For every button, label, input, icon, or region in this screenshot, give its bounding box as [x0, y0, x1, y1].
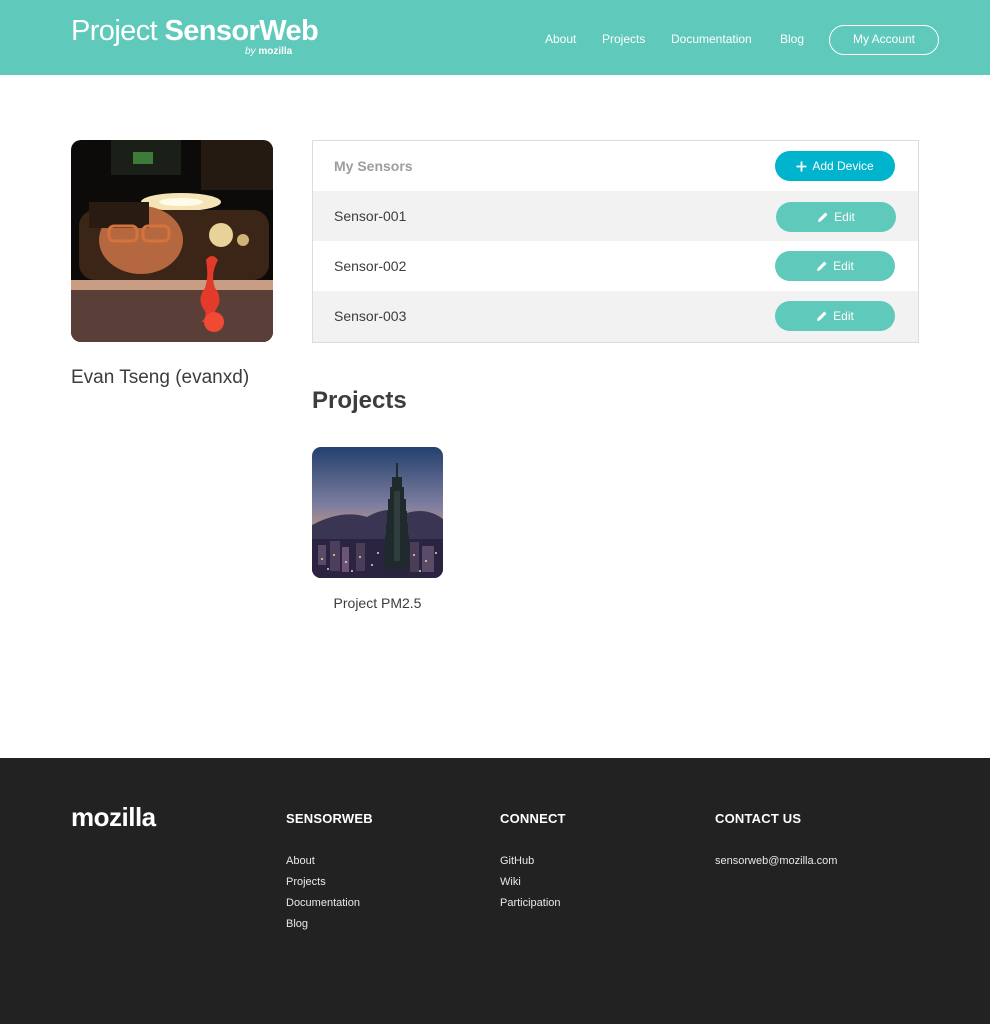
sensor-row: Sensor-003 Edit — [313, 291, 918, 342]
footer-heading: SENSORWEB — [286, 811, 373, 826]
footer-links: About Projects Documentation Blog — [286, 851, 373, 935]
user-name: Evan Tseng (evanxd) — [71, 367, 250, 388]
footer-column-connect: CONNECT GitHub Wiki Participation — [500, 811, 566, 914]
footer-link-wiki[interactable]: Wiki — [500, 872, 566, 893]
pencil-icon — [817, 211, 829, 225]
mozilla-logo[interactable]: mozilla — [71, 802, 156, 833]
pencil-icon — [816, 260, 828, 274]
add-device-label: Add Device — [812, 159, 874, 173]
sensor-name: Sensor-001 — [334, 208, 407, 224]
my-account-button[interactable]: My Account — [829, 25, 939, 55]
pencil-icon — [816, 310, 828, 324]
add-device-button[interactable]: Add Device — [775, 151, 895, 181]
project-name[interactable]: Project PM2.5 — [312, 595, 443, 611]
logo-brand: mozilla — [258, 46, 293, 57]
sensor-name: Sensor-002 — [334, 258, 407, 274]
footer-link-projects[interactable]: Projects — [286, 872, 373, 893]
footer-link-email[interactable]: sensorweb@mozilla.com — [715, 851, 837, 872]
logo-part1: Project — [71, 15, 165, 47]
my-sensors-title: My Sensors — [334, 158, 413, 174]
footer-heading: CONTACT US — [715, 811, 802, 826]
project-thumbnail[interactable] — [312, 447, 443, 578]
nav-documentation[interactable]: Documentation — [671, 32, 752, 46]
sensor-name: Sensor-003 — [334, 308, 407, 324]
nav-projects[interactable]: Projects — [602, 32, 645, 46]
project-sensorweb-logo[interactable]: Project SensorWeb by mozilla — [71, 14, 319, 57]
site-header: Project SensorWeb by mozilla About Proje… — [0, 0, 990, 75]
edit-label: Edit — [833, 259, 854, 273]
logo-byline: by mozilla — [245, 46, 292, 57]
logo-by: by — [245, 46, 256, 57]
footer-link-about[interactable]: About — [286, 851, 373, 872]
projects-title: Projects — [312, 387, 407, 414]
my-sensors-panel: My Sensors Add Device Sensor-001 Edit Se… — [312, 140, 919, 343]
plus-icon — [796, 160, 807, 174]
project-card[interactable]: Project PM2.5 — [312, 447, 443, 611]
footer-links: sensorweb@mozilla.com — [715, 851, 837, 872]
footer-heading: CONNECT — [500, 811, 566, 826]
footer-link-blog[interactable]: Blog — [286, 914, 373, 935]
footer-column-contact: CONTACT US sensorweb@mozilla.com — [715, 811, 837, 872]
edit-sensor-button[interactable]: Edit — [775, 251, 895, 281]
footer-link-participation[interactable]: Participation — [500, 893, 566, 914]
sensor-row: Sensor-001 Edit — [313, 191, 918, 241]
avatar — [71, 140, 273, 342]
nav-about[interactable]: About — [545, 32, 576, 46]
footer-column-sensorweb: SENSORWEB About Projects Documentation B… — [286, 811, 373, 935]
nav-blog[interactable]: Blog — [780, 32, 804, 46]
sensor-row: Sensor-002 Edit — [313, 241, 918, 291]
city-skyline-image — [312, 447, 443, 578]
footer-link-github[interactable]: GitHub — [500, 851, 566, 872]
footer-link-documentation[interactable]: Documentation — [286, 893, 373, 914]
edit-label: Edit — [834, 210, 855, 224]
edit-sensor-button[interactable]: Edit — [776, 202, 896, 232]
avatar-photo — [71, 140, 273, 342]
edit-sensor-button[interactable]: Edit — [775, 301, 895, 331]
site-footer: mozilla SENSORWEB About Projects Documen… — [0, 758, 990, 1024]
logo-wordmark: Project SensorWeb — [71, 14, 319, 48]
logo-part2: SensorWeb — [164, 15, 319, 47]
footer-links: GitHub Wiki Participation — [500, 851, 566, 914]
sensors-header-row: My Sensors Add Device — [313, 141, 918, 191]
edit-label: Edit — [833, 309, 854, 323]
